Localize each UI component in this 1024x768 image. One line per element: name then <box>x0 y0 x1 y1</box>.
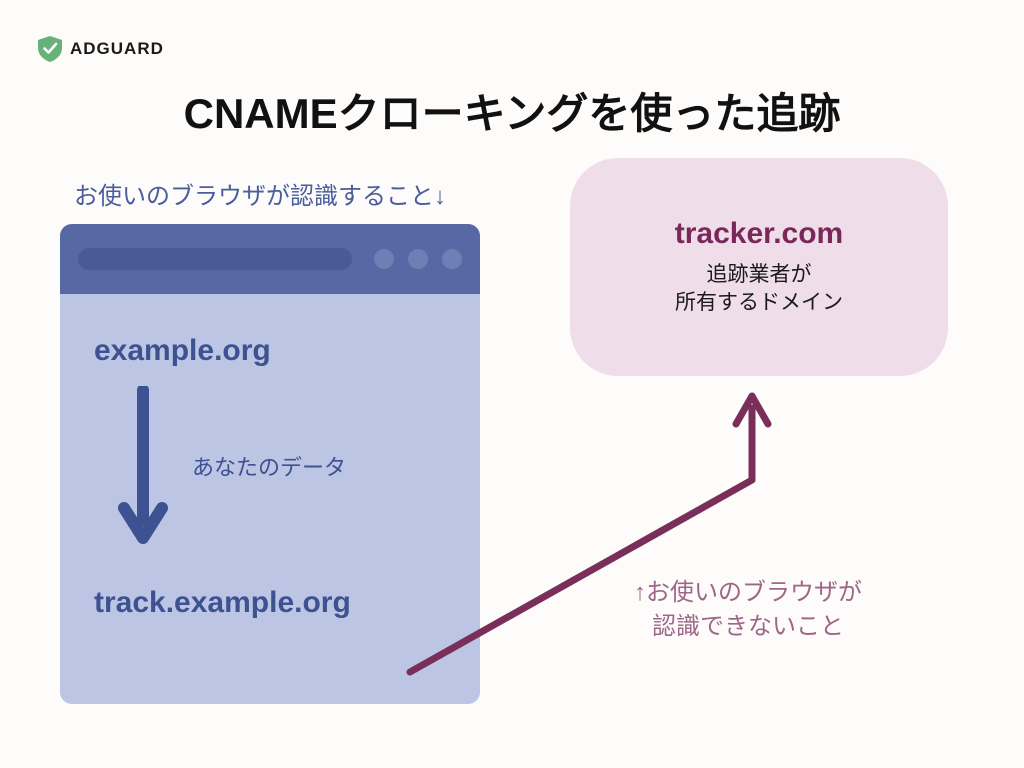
tracker-description: 追跡業者が 所有するドメイン <box>675 261 843 318</box>
your-data-label: あなたのデータ <box>192 450 346 482</box>
browser-titlebar <box>60 224 480 294</box>
browser-window-dots <box>374 249 462 269</box>
window-dot-icon <box>408 249 428 269</box>
browser-sees-label: お使いのブラウザが認識すること↓ <box>74 176 446 211</box>
hidden-label-line2: 認識できないこと <box>652 613 844 640</box>
diagram-title: CNAMEクローキングを使った追跡 <box>0 80 1024 141</box>
tracker-description-line2: 所有するドメイン <box>675 291 843 314</box>
hidden-label-line1: ↑お使いのブラウザが <box>634 579 862 606</box>
browser-body: example.org あなたのデータ track.example.org <box>60 294 480 704</box>
window-dot-icon <box>442 249 462 269</box>
brand-name: ADGUARD <box>70 39 164 59</box>
arrow-down-icon <box>118 386 168 546</box>
tracker-domain: tracker.com <box>675 217 843 251</box>
tracker-card: tracker.com 追跡業者が 所有するドメイン <box>570 158 948 376</box>
brand-logo: ADGUARD <box>38 36 164 62</box>
tracker-description-line1: 追跡業者が <box>707 263 812 286</box>
browser-window: example.org あなたのデータ track.example.org <box>60 224 480 704</box>
browser-cannot-see-label: ↑お使いのブラウザが 認識できないこと <box>568 576 928 643</box>
visited-domain: example.org <box>94 334 446 368</box>
tracking-subdomain: track.example.org <box>94 586 446 620</box>
shield-icon <box>38 36 62 62</box>
window-dot-icon <box>374 249 394 269</box>
browser-address-bar <box>78 248 352 270</box>
